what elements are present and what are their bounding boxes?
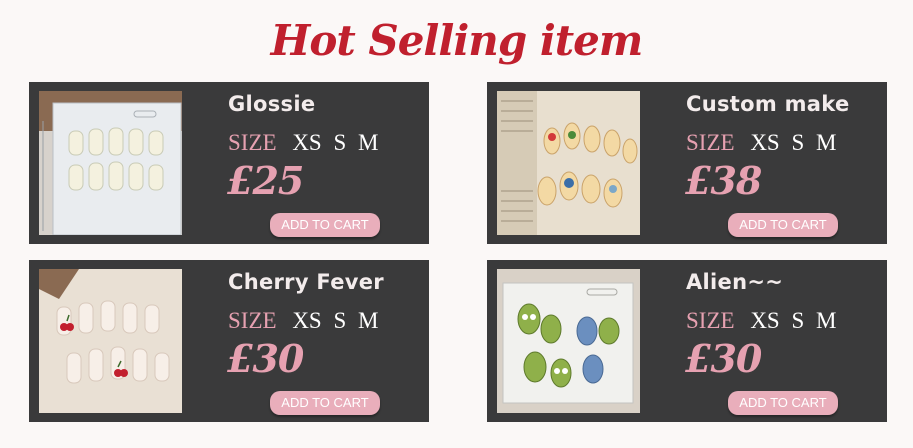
size-option-xs[interactable]: XS (292, 308, 321, 333)
size-options: SIZE XS S M (686, 130, 842, 156)
size-label: SIZE (686, 130, 735, 155)
add-to-cart-button[interactable]: ADD TO CART (728, 391, 838, 415)
product-name: Custom make (686, 92, 850, 116)
size-option-xs[interactable]: XS (750, 130, 779, 155)
size-label: SIZE (228, 308, 277, 333)
cherry-fever-product-image[interactable] (39, 269, 182, 413)
add-to-cart-button[interactable]: ADD TO CART (728, 213, 838, 237)
product-price: £38 (685, 158, 762, 203)
alien-product-image[interactable] (497, 269, 640, 413)
size-options: SIZE XS S M (686, 308, 842, 334)
add-to-cart-button[interactable]: ADD TO CART (270, 213, 380, 237)
product-price: £30 (685, 336, 762, 381)
product-price: £25 (227, 158, 304, 203)
size-option-m[interactable]: M (816, 130, 836, 155)
product-card-custom-make: Custom make SIZE XS S M £38 ADD TO CART (487, 82, 887, 244)
product-name: Alien~~ (686, 270, 784, 294)
add-to-cart-button[interactable]: ADD TO CART (270, 391, 380, 415)
size-option-m[interactable]: M (816, 308, 836, 333)
size-options: SIZE XS S M (228, 308, 384, 334)
size-option-s[interactable]: S (333, 308, 346, 333)
product-price: £30 (227, 336, 304, 381)
custom-make-product-image[interactable] (497, 91, 640, 235)
size-options: SIZE XS S M (228, 130, 384, 156)
page-title: Hot Selling item (270, 16, 644, 65)
product-card-glossie: Glossie SIZE XS S M £25 ADD TO CART (29, 82, 429, 244)
size-option-s[interactable]: S (333, 130, 346, 155)
size-option-s[interactable]: S (791, 308, 804, 333)
size-option-xs[interactable]: XS (750, 308, 779, 333)
product-card-cherry-fever: Cherry Fever SIZE XS S M £30 ADD TO CART (29, 260, 429, 422)
size-option-s[interactable]: S (791, 130, 804, 155)
size-option-m[interactable]: M (358, 130, 378, 155)
product-card-alien: Alien~~ SIZE XS S M £30 ADD TO CART (487, 260, 887, 422)
glossie-product-image[interactable] (39, 91, 182, 235)
size-option-xs[interactable]: XS (292, 130, 321, 155)
product-name: Cherry Fever (228, 270, 384, 294)
size-option-m[interactable]: M (358, 308, 378, 333)
size-label: SIZE (686, 308, 735, 333)
size-label: SIZE (228, 130, 277, 155)
product-name: Glossie (228, 92, 316, 116)
